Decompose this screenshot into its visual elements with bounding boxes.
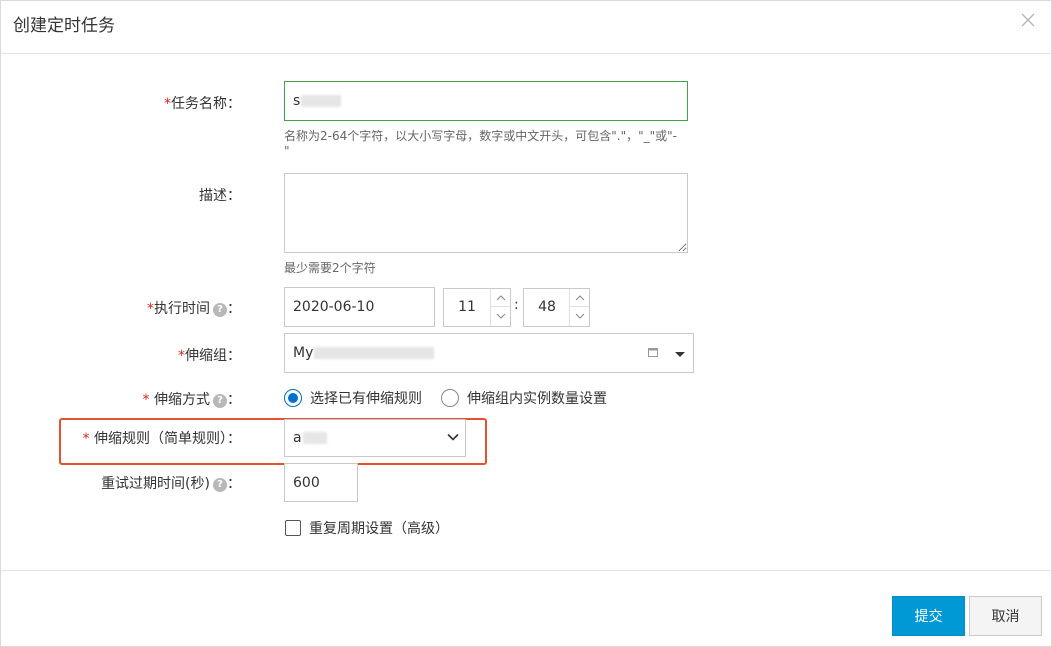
dialog-header: 创建定时任务 [1, 1, 1051, 54]
task-name-label: *任务名称： [164, 96, 241, 112]
exec-time-label: *执行时间?： [147, 301, 241, 317]
dialog-title: 创建定时任务 [13, 16, 115, 36]
scaling-group-select[interactable]: My [284, 333, 694, 373]
scaling-rule-label: * 伸缩规则（简单规则）： [82, 431, 241, 447]
redacted-text [302, 432, 327, 444]
task-name-hint: 名称为2-64个字符，以大小写字母，数字或中文开头，可包含"."，"_"或"- … [284, 129, 677, 158]
checkbox-unchecked[interactable] [285, 520, 301, 536]
chevron-up-icon[interactable] [491, 289, 510, 307]
scaling-method-label: * 伸缩方式?： [142, 392, 241, 408]
submit-button[interactable]: 提交 [892, 596, 965, 636]
radio-existing-rule[interactable]: 选择已有伸缩规则 [284, 388, 422, 408]
time-separator: : [514, 297, 519, 313]
help-icon[interactable]: ? [213, 303, 227, 317]
calendar-icon [648, 348, 658, 357]
help-icon[interactable]: ? [213, 394, 227, 408]
create-scheduled-task-dialog: 创建定时任务 *任务名称： s 名称为2-64个字符，以大小写字母，数字或中文开… [0, 0, 1052, 647]
description-hint: 最少需要2个字符 [284, 261, 376, 275]
task-name-input[interactable]: s [284, 81, 688, 121]
close-icon[interactable] [1019, 11, 1037, 29]
caret-down-icon[interactable] [675, 352, 685, 357]
help-icon[interactable]: ? [213, 478, 227, 492]
hour-stepper[interactable]: 11 [443, 288, 511, 327]
radio-selected[interactable] [284, 389, 302, 407]
repeat-period-checkbox[interactable]: 重复周期设置（高级） [285, 518, 449, 538]
radio-instance-count[interactable]: 伸缩组内实例数量设置 [441, 388, 607, 408]
redacted-text [314, 347, 435, 359]
description-textarea[interactable] [284, 173, 688, 253]
redacted-text [301, 95, 342, 107]
dialog-footer: 提交 取消 [1, 570, 1051, 646]
scaling-group-label: *伸缩组： [178, 348, 241, 364]
chevron-down-icon[interactable] [447, 433, 459, 441]
radio-unselected[interactable] [441, 389, 459, 407]
retry-timeout-input[interactable]: 600 [284, 463, 358, 502]
retry-timeout-label: 重试过期时间(秒)?： [101, 476, 241, 492]
description-label: 描述： [199, 188, 241, 204]
chevron-up-icon[interactable] [570, 289, 589, 307]
minute-stepper[interactable]: 48 [523, 288, 590, 327]
exec-date-input[interactable]: 2020-06-10 [284, 287, 435, 327]
chevron-down-icon[interactable] [570, 307, 589, 325]
cancel-button[interactable]: 取消 [969, 596, 1042, 636]
scaling-rule-select[interactable]: a [284, 419, 466, 457]
chevron-down-icon[interactable] [491, 307, 510, 325]
